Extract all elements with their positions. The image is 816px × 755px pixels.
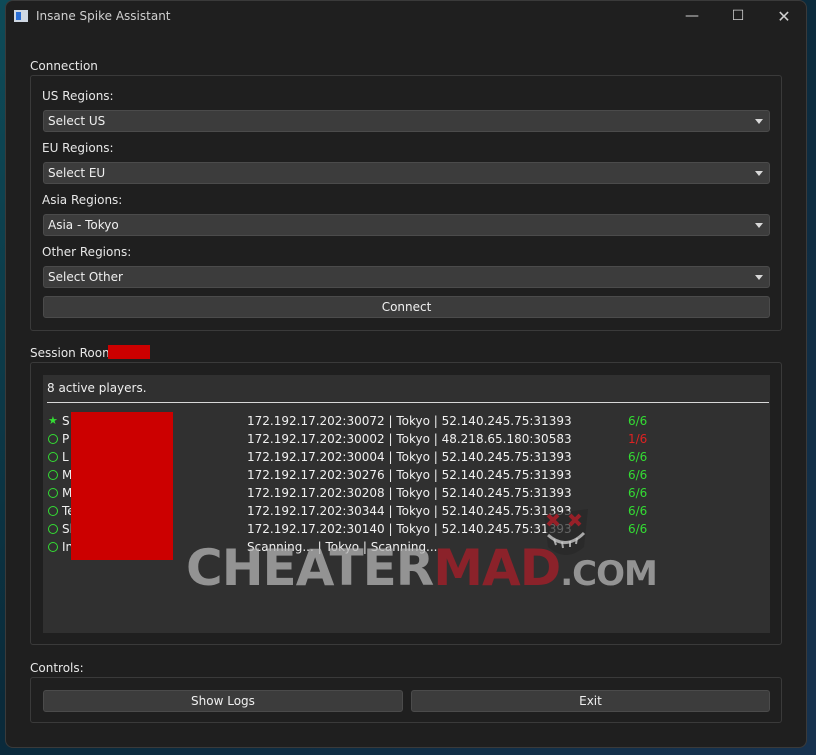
us-regions-select[interactable]: Select US: [43, 110, 770, 132]
player-slots: 1/6: [628, 432, 648, 446]
watermark-text-3: .COM: [560, 554, 658, 594]
player-connection-info: 172.192.17.202:30072 | Tokyo | 52.140.24…: [247, 414, 572, 428]
exit-button[interactable]: Exit: [411, 690, 770, 712]
player-connection-info: 172.192.17.202:30004 | Tokyo | 52.140.24…: [247, 450, 572, 464]
star-icon: ★: [48, 414, 58, 427]
eu-regions-value: Select EU: [48, 166, 106, 180]
eu-regions-select[interactable]: Select EU: [43, 162, 770, 184]
asia-regions-select[interactable]: Asia - Tokyo: [43, 214, 770, 236]
player-connection-info: 172.192.17.202:30208 | Tokyo | 52.140.24…: [247, 486, 572, 500]
player-slots: 6/6: [628, 450, 648, 464]
redacted-room-id: [108, 345, 150, 359]
ring-icon: [48, 452, 58, 462]
ring-icon: [48, 470, 58, 480]
watermark: CHEATERMAD.COM: [186, 539, 658, 597]
ring-icon: [48, 434, 58, 444]
chevron-down-icon: [755, 275, 763, 280]
asia-regions-label: Asia Regions:: [42, 193, 123, 207]
player-connection-info: 172.192.17.202:30140 | Tokyo | 52.140.24…: [247, 522, 572, 536]
chevron-down-icon: [755, 223, 763, 228]
player-slots: 6/6: [628, 522, 648, 536]
title-bar[interactable]: Insane Spike Assistant — ☐ ✕: [6, 1, 806, 33]
player-slots: 6/6: [628, 468, 648, 482]
eu-regions-label: EU Regions:: [42, 141, 114, 155]
chevron-down-icon: [755, 171, 763, 176]
close-button[interactable]: ✕: [761, 1, 806, 31]
player-slots: 6/6: [628, 504, 648, 518]
connection-section-label: Connection: [30, 59, 98, 73]
chevron-down-icon: [755, 119, 763, 124]
other-regions-value: Select Other: [48, 270, 123, 284]
player-name: P: [62, 432, 70, 446]
maximize-button[interactable]: ☐: [715, 1, 761, 31]
player-name: L: [62, 450, 69, 464]
player-connection-info: 172.192.17.202:30276 | Tokyo | 52.140.24…: [247, 468, 572, 482]
ring-icon: [48, 506, 58, 516]
ring-icon: [48, 488, 58, 498]
active-players-count: 8 active players.: [47, 381, 147, 395]
controls-section-label: Controls:: [30, 661, 84, 675]
minimize-button[interactable]: —: [669, 1, 715, 31]
ring-icon: [48, 524, 58, 534]
app-window: Insane Spike Assistant — ☐ ✕ Connection …: [5, 0, 807, 748]
divider: [47, 402, 769, 403]
watermark-text-2: MAD: [433, 539, 561, 597]
show-logs-button[interactable]: Show Logs: [43, 690, 403, 712]
player-connection-info: 172.192.17.202:30344 | Tokyo | 52.140.24…: [247, 504, 572, 518]
app-icon: [14, 10, 28, 22]
redacted-player-names: [71, 412, 173, 560]
player-connection-info: 172.192.17.202:30002 | Tokyo | 48.218.65…: [247, 432, 572, 446]
asia-regions-value: Asia - Tokyo: [48, 218, 119, 232]
player-slots: 6/6: [628, 486, 648, 500]
other-regions-select[interactable]: Select Other: [43, 266, 770, 288]
us-regions-value: Select US: [48, 114, 106, 128]
watermark-text-1: CHEATER: [186, 539, 434, 597]
connect-button[interactable]: Connect: [43, 296, 770, 318]
window-title: Insane Spike Assistant: [36, 9, 171, 23]
us-regions-label: US Regions:: [42, 89, 114, 103]
ring-icon: [48, 542, 58, 552]
session-room-label: Session Room:: [30, 346, 118, 360]
player-name: S: [62, 414, 70, 428]
other-regions-label: Other Regions:: [42, 245, 132, 259]
player-slots: 6/6: [628, 414, 648, 428]
